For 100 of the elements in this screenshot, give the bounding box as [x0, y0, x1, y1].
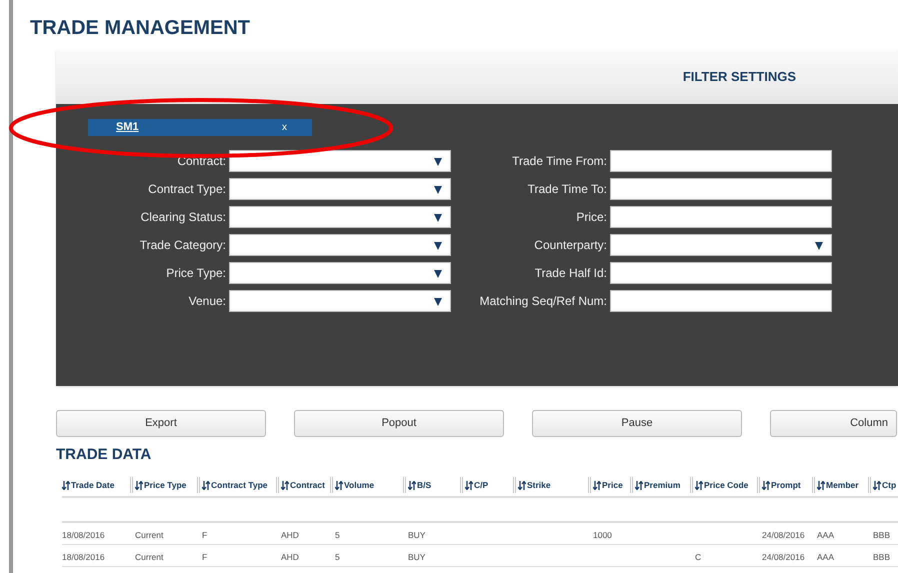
column-header-label[interactable]: Price	[602, 478, 623, 492]
dropdown-field[interactable]	[229, 206, 451, 228]
table-cell: C	[695, 552, 702, 562]
sort-icon	[135, 480, 143, 490]
column-header[interactable]: Contract	[276, 477, 330, 493]
table-cell: F	[202, 530, 208, 540]
table-cell: BBB	[873, 552, 890, 562]
dropdown-field[interactable]	[229, 262, 451, 284]
filter-chip[interactable]: SM1 x	[88, 119, 312, 136]
dropdown-caret-icon	[434, 268, 442, 278]
field-label: Trade Category:	[138, 237, 226, 254]
field-label: Price Type:	[165, 265, 226, 282]
dropdown-field[interactable]	[229, 290, 451, 312]
column-header[interactable]: Prompt	[757, 477, 812, 493]
column-header-label[interactable]: Premium	[644, 478, 680, 492]
field-label: Trade Time To:	[526, 181, 607, 198]
field-label: Contract Type:	[147, 181, 226, 198]
column-header-label[interactable]: Contract Type	[211, 478, 268, 492]
input-field[interactable]	[610, 206, 832, 228]
column-header[interactable]: Trade Date	[62, 477, 130, 493]
table-cell: AAA	[817, 552, 834, 562]
chip-remove[interactable]: x	[282, 120, 287, 135]
column-header-label[interactable]: Ctp	[882, 478, 896, 492]
column-header[interactable]: Premium	[630, 477, 690, 493]
table-cell: AHD	[281, 530, 299, 540]
dropdown-field[interactable]	[610, 234, 832, 256]
column-header[interactable]: Price	[588, 477, 630, 493]
column-header-label[interactable]: Member	[826, 478, 859, 492]
table-cell: 24/08/2016	[762, 530, 805, 540]
input-field[interactable]	[610, 290, 832, 312]
column-header-label[interactable]: Trade Date	[71, 478, 114, 492]
column-header-label[interactable]: Price Code	[704, 478, 748, 492]
column-header[interactable]: Strike	[513, 477, 588, 493]
column-header[interactable]: Price Type	[130, 477, 197, 493]
sort-icon	[518, 480, 526, 490]
table-cell: 18/08/2016	[62, 530, 105, 540]
sort-icon	[593, 480, 601, 490]
column-header[interactable]: Member	[812, 477, 868, 493]
column-header[interactable]: Contract Type	[197, 477, 276, 493]
column-header-label[interactable]: Price Type	[144, 478, 186, 492]
sort-icon	[635, 480, 643, 490]
column-header-label[interactable]: Contract	[290, 478, 325, 492]
dropdown-caret-icon	[434, 296, 442, 306]
column-header-label[interactable]: Prompt	[771, 478, 801, 492]
dropdown-caret-icon	[434, 240, 442, 250]
sort-icon	[202, 480, 210, 490]
column-header-label[interactable]: B/S	[417, 478, 432, 492]
sort-icon	[281, 480, 289, 490]
column-header[interactable]: C/P	[460, 477, 513, 493]
sort-icon	[873, 480, 881, 490]
field-label: Clearing Status:	[140, 209, 226, 226]
toolbar-button[interactable]: Popout	[294, 410, 504, 437]
table-cell: BUY	[408, 552, 426, 562]
field-label: Venue:	[188, 293, 226, 310]
table-cell: 18/08/2016	[62, 552, 105, 562]
table-cell: BUY	[408, 530, 426, 540]
sort-icon	[817, 480, 825, 490]
dropdown-field[interactable]	[229, 150, 451, 172]
field-label: Trade Time From:	[511, 153, 607, 170]
toolbar-button[interactable]: Pause	[532, 410, 742, 437]
field-label: Matching Seq/Ref Num:	[478, 293, 607, 310]
sort-icon	[62, 480, 70, 490]
sort-icon	[762, 480, 770, 490]
input-field[interactable]	[610, 150, 832, 172]
toolbar-button[interactable]: Column	[770, 410, 897, 437]
panel-title: FILTER SETTINGS	[682, 68, 796, 86]
column-header-label[interactable]: Strike	[527, 478, 551, 492]
column-header[interactable]: Volume	[330, 477, 403, 493]
column-header[interactable]: Ctp	[868, 477, 898, 493]
table-cell: Current	[135, 552, 164, 562]
section-title: TRADE DATA	[56, 446, 152, 464]
field-label: Contract:	[176, 153, 226, 170]
table-cell: 5	[335, 530, 340, 540]
sort-icon	[335, 480, 343, 490]
table-cell: F	[202, 552, 208, 562]
table-cell: BBB	[873, 530, 890, 540]
toolbar-button[interactable]: Export	[56, 410, 266, 437]
field-label: Counterparty:	[533, 237, 607, 254]
dropdown-caret-icon	[434, 184, 442, 194]
page-title: TRADE MANAGEMENT	[30, 16, 250, 40]
dropdown-field[interactable]	[229, 234, 451, 256]
chip-label[interactable]: SM1	[116, 119, 139, 136]
table-cell: 24/08/2016	[762, 552, 805, 562]
input-field[interactable]	[610, 262, 832, 284]
column-header[interactable]: Price Code	[690, 477, 757, 493]
column-header[interactable]: B/S	[403, 477, 460, 493]
dropdown-caret-icon	[434, 212, 442, 222]
table-cell: AAA	[817, 530, 834, 540]
dropdown-caret-icon	[815, 240, 823, 250]
dropdown-caret-icon	[434, 156, 442, 166]
field-label: Price:	[575, 209, 607, 226]
sort-icon	[465, 480, 473, 490]
table-cell: AHD	[281, 552, 299, 562]
input-field[interactable]	[610, 178, 832, 200]
dropdown-field[interactable]	[229, 178, 451, 200]
table-cell: Current	[135, 530, 164, 540]
table-cell: 5	[335, 552, 340, 562]
sort-icon	[408, 480, 416, 490]
column-header-label[interactable]: C/P	[474, 478, 488, 492]
column-header-label[interactable]: Volume	[344, 478, 374, 492]
